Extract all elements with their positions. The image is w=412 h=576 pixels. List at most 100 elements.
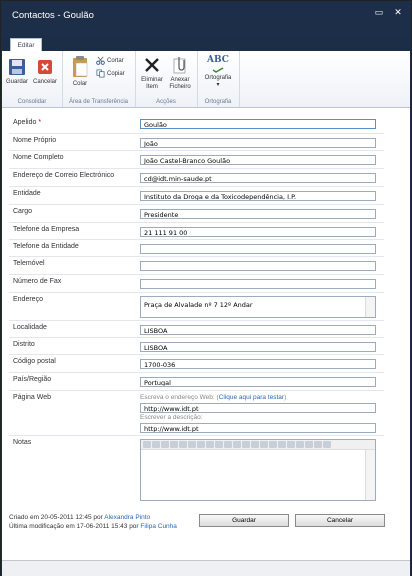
field-label-pagina-web: Página Web: [13, 394, 52, 401]
toolbar-button-icon[interactable]: [197, 441, 205, 448]
fax-input[interactable]: [140, 279, 376, 289]
tab-editar[interactable]: Editar: [10, 38, 42, 52]
cancel-icon: [38, 60, 52, 74]
pais-input[interactable]: Portugal: [140, 377, 376, 387]
toolbar-button-icon[interactable]: [251, 441, 259, 448]
dialog-window: Contactos - Goulão ▭ ✕ Editar Guardar Ca…: [0, 0, 412, 576]
toolbar-button-icon[interactable]: [161, 441, 169, 448]
clipboard-icon: [73, 56, 88, 77]
email-input[interactable]: cd@idt.min-saude.pt: [140, 173, 376, 183]
toolbar-button-icon[interactable]: [287, 441, 295, 448]
field-label-nome-completo: Nome Completo: [13, 154, 64, 161]
save-ribbon-label: Guardar: [6, 79, 29, 85]
web-url-input[interactable]: http://www.idt.pt: [140, 403, 376, 413]
maximize-icon[interactable]: ▭: [373, 7, 385, 17]
endereco-textarea[interactable]: Praça de Alvalade nº 7 12º Andar: [140, 296, 376, 318]
paste-button[interactable]: Colar: [70, 55, 90, 88]
web-description-input[interactable]: http://www.idt.pt: [140, 423, 376, 433]
spelling-button[interactable]: ABC Ortografia ▾: [199, 55, 237, 89]
save-button[interactable]: Guardar: [199, 514, 289, 527]
nome-completo-input[interactable]: João Castel-Branco Goulão: [140, 155, 376, 165]
telemovel-input[interactable]: [140, 261, 376, 271]
copy-label: Copiar: [107, 70, 125, 77]
spelling-label: Ortografia: [204, 75, 232, 81]
notas-rich-text-editor[interactable]: [140, 439, 376, 501]
localidade-input[interactable]: LISBOA: [140, 325, 376, 335]
toolbar-button-icon[interactable]: [143, 441, 151, 448]
spelling-icon: ABC: [207, 55, 229, 65]
toolbar-button-icon[interactable]: [323, 441, 331, 448]
field-row-endereco: Endereço Praça de Alvalade nº 7 12º Anda…: [9, 292, 384, 321]
toolbar-button-icon[interactable]: [179, 441, 187, 448]
field-row-localidade: Localidade LISBOA: [9, 320, 384, 338]
copy-icon: [96, 69, 105, 78]
field-label-nome-proprio: Nome Próprio: [13, 137, 57, 144]
delete-item-button[interactable]: Eliminar Item: [139, 55, 165, 91]
close-icon[interactable]: ✕: [392, 7, 404, 17]
toolbar-button-icon[interactable]: [170, 441, 178, 448]
field-label-cargo: Cargo: [13, 208, 33, 215]
modified-by-link[interactable]: Filipa Cunha: [140, 523, 177, 530]
spelling-dropdown-arrow[interactable]: ▾: [216, 82, 219, 88]
tel-empresa-input[interactable]: 21 111 91 00: [140, 227, 376, 237]
ribbon-group-consolidar: Guardar Cancelar Consolidar: [2, 51, 63, 107]
notas-scrollbar[interactable]: [365, 450, 375, 500]
distrito-input[interactable]: LISBOA: [140, 342, 376, 352]
field-row-nome-proprio: Nome Próprio João: [9, 133, 384, 151]
toolbar-button-icon[interactable]: [152, 441, 160, 448]
cut-button[interactable]: Cortar: [96, 56, 124, 65]
field-row-tel-entidade: Telefone da Entidade: [9, 239, 384, 257]
codigo-postal-input[interactable]: 1700-036: [140, 359, 376, 369]
toolbar-button-icon[interactable]: [188, 441, 196, 448]
field-row-apelido: Apelido * Goulão: [9, 116, 384, 133]
attach-label-line1: Anexar: [170, 77, 190, 83]
created-by-link[interactable]: Alexandra Pinto: [104, 514, 150, 521]
web-address-hint-text: Escreva o endereço Web:: [140, 394, 215, 401]
toolbar-button-icon[interactable]: [296, 441, 304, 448]
toolbar-button-icon[interactable]: [224, 441, 232, 448]
ribbon-group-label: Acções: [156, 99, 176, 105]
tel-entidade-input[interactable]: [140, 244, 376, 254]
apelido-input[interactable]: Goulão: [140, 119, 376, 129]
endereco-value: Praça de Alvalade nº 7 12º Andar: [144, 301, 253, 309]
ribbon: Guardar Cancelar Consolidar Colar Cortar…: [2, 51, 410, 108]
cut-label: Cortar: [107, 57, 124, 64]
field-label-notas: Notas: [13, 439, 32, 446]
endereco-scrollbar[interactable]: [365, 297, 375, 317]
entidade-input[interactable]: Instituto da Droga e da Toxicodependênci…: [140, 191, 376, 201]
attach-label-line2: Ficheiro: [169, 84, 191, 90]
created-text: Criado em 20-05-2011 12:45 por: [9, 514, 103, 521]
floppy-disk-icon: [9, 59, 25, 75]
nome-proprio-input[interactable]: João: [140, 138, 376, 148]
ribbon-group-label: Ortografia: [204, 99, 232, 105]
toolbar-button-icon[interactable]: [314, 441, 322, 448]
toolbar-button-icon[interactable]: [278, 441, 286, 448]
toolbar-button-icon[interactable]: [242, 441, 250, 448]
toolbar-button-icon[interactable]: [215, 441, 223, 448]
toolbar-button-icon[interactable]: [269, 441, 277, 448]
field-label-tel-empresa: Telefone da Empresa: [13, 226, 80, 233]
toolbar-button-icon[interactable]: [305, 441, 313, 448]
field-label-entidade: Entidade: [13, 190, 41, 197]
toolbar-button-icon[interactable]: [233, 441, 241, 448]
field-row-fax: Número de Fax: [9, 274, 384, 293]
apelido-label-text: Apelido: [13, 119, 37, 126]
field-label-email: Endereço de Correio Electrónico: [13, 172, 115, 179]
cargo-input[interactable]: Presidente: [140, 209, 376, 219]
cancel-ribbon-button[interactable]: Cancelar: [32, 57, 58, 86]
field-label-telemovel: Telemóvel: [13, 260, 45, 267]
cancel-button[interactable]: Cancelar: [295, 514, 385, 527]
save-ribbon-button[interactable]: Guardar: [6, 57, 28, 86]
field-row-notas: Notas: [9, 435, 384, 506]
toolbar-button-icon[interactable]: [206, 441, 214, 448]
delete-label-line2: Item: [146, 84, 158, 90]
attach-file-button[interactable]: Anexar Ficheiro: [167, 55, 193, 91]
copy-button[interactable]: Copiar: [96, 69, 125, 78]
toolbar-button-icon[interactable]: [260, 441, 268, 448]
rich-text-toolbar: [141, 440, 375, 450]
window-title: Contactos - Goulão: [12, 10, 94, 21]
field-row-pais: País/Região Portugal: [9, 372, 384, 391]
field-row-distrito: Distrito LISBOA: [9, 337, 384, 355]
test-link[interactable]: Clique aqui para testar: [219, 394, 284, 401]
paren-close: ): [284, 394, 287, 401]
